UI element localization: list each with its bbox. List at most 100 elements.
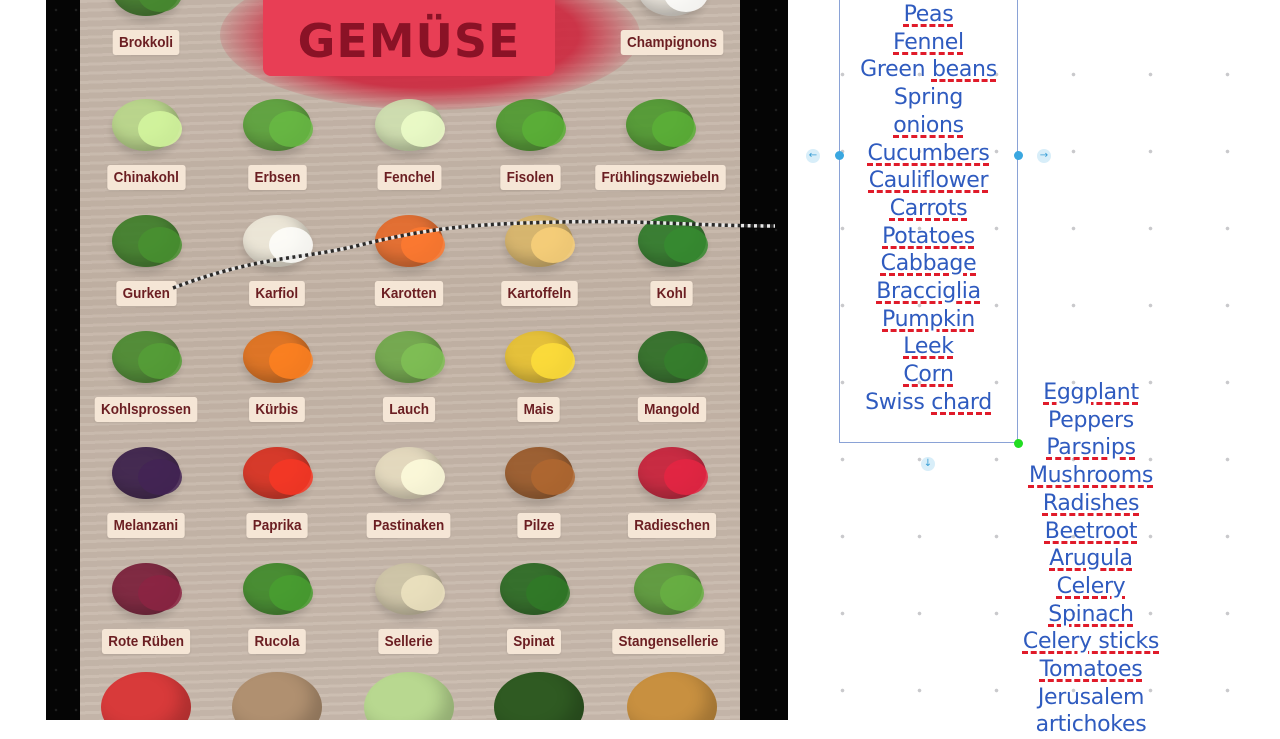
misspelled-word: Parsnips [1046,435,1136,461]
vegetable-tile: Kohl [612,205,732,306]
text-line[interactable]: Peas [840,1,1017,29]
vegetable-label: Lauch [382,397,436,422]
text-block-translations-2[interactable]: Eggplant Peppers Parsnips Mushrooms Radishes… [1010,379,1172,739]
text-line[interactable]: Eggplant [1010,379,1172,407]
vegetable-poster-image[interactable]: GEMÜSE Brokkoli Champignons Chinakohl Erbse… [80,0,740,720]
text-line[interactable]: Corn [840,361,1017,389]
word: artichokes [1035,712,1147,738]
text-line[interactable]: Spinach [1010,601,1172,629]
vegetable-illustration [624,0,720,24]
text-line[interactable]: Radishes [1010,490,1172,518]
text-line[interactable]: artichokes [1010,711,1172,739]
resize-handle-left[interactable] [835,151,844,160]
vegetable-label: Champignons [620,30,724,55]
vegetable-illustration [361,553,457,623]
vegetable-label: Kartoffeln [500,281,578,306]
misspelled-word: Celery [1056,573,1126,599]
vegetable-tile: Spinat [474,553,594,654]
vegetable-label: Stangensellerie [611,629,725,654]
zucchini-illustration [494,672,584,720]
arrow-left-icon[interactable]: ← [806,149,820,163]
vegetable-illustration [624,205,720,275]
misspelled-word: Beetroot [1044,518,1138,544]
poster-title: GEMÜSE [297,14,521,68]
vegetable-tile: Paprika [217,437,337,538]
vegetable-label: Chinakohl [107,165,185,190]
text-line[interactable]: Pumpkin [840,306,1017,334]
arrow-down-icon[interactable]: ↓ [921,457,935,471]
vegetable-tile: Gurken [86,205,206,306]
text-box-translations[interactable]: Peas Fennel Green beans Spring onions Cucumbe… [840,0,1017,417]
misspelled-word: Bracciglia [876,279,981,305]
vegetable-tile: Stangensellerie [608,553,728,654]
vegetable-label: Pastinaken [367,513,451,538]
vegetable-illustration [229,89,325,159]
misspelled-word: Arugula [1049,546,1133,572]
arrow-right-icon[interactable]: → [1037,149,1051,163]
text-line[interactable]: Jerusalem [1010,684,1172,712]
selected-text-box[interactable]: Peas Fennel Green beans Spring onions Cucumbe… [839,0,1018,443]
misspelled-word[interactable]: beans [932,57,997,82]
whiteboard-canvas[interactable]: GEMÜSE Brokkoli Champignons Chinakohl Erbse… [0,0,1280,737]
vegetable-tile: Radieschen [612,437,732,538]
text-line[interactable]: Green beans [840,56,1017,84]
vegetable-tile: Mais [479,321,599,422]
vegetable-label: Brokkoli [112,30,180,55]
text-line[interactable]: Beetroot [1010,518,1172,546]
tomatoes-illustration [101,672,191,720]
misspelled-word: Cabbage [880,251,977,277]
vegetable-tile: Karfiol [217,205,337,306]
text-line[interactable]: Spring [840,84,1017,112]
vegetable-tile: Pastinaken [349,437,469,538]
misspelled-word[interactable]: chard [931,390,992,415]
vegetable-illustration [612,89,708,159]
text-line[interactable]: Carrots [840,195,1017,223]
vegetable-illustration [361,89,457,159]
vegetable-illustration [491,205,587,275]
misspelled-word: Leek [903,334,954,360]
text-line-part: Green [860,57,932,83]
text-line[interactable]: Mushrooms [1010,462,1172,490]
misspelled-word: Pumpkin [882,306,975,332]
vegetable-tile: Fisolen [470,89,590,190]
text-line[interactable]: Potatoes [840,223,1017,251]
text-line[interactable]: Bracciglia [840,278,1017,306]
vegetable-label: Pilze [517,513,561,538]
vegetable-illustration [98,205,194,275]
vegetable-illustration [624,437,720,507]
vegetable-tile: Sellerie [349,553,469,654]
vegetable-tile: Rucola [217,553,337,654]
text-line[interactable]: Celery sticks [1010,628,1172,656]
vegetable-label: Kürbis [249,397,305,422]
vegetable-illustration [620,553,716,623]
text-line[interactable]: Swiss chard [840,389,1017,417]
text-line[interactable]: Cabbage [840,250,1017,278]
vegetable-tile: Kürbis [217,321,337,422]
vegetable-illustration [98,437,194,507]
text-line[interactable]: Arugula [1010,545,1172,573]
misspelled-word: Celery sticks [1022,629,1160,655]
vegetable-illustration [361,437,457,507]
text-line[interactable]: onions [840,112,1017,140]
vegetable-illustration [229,437,325,507]
vegetable-tile: Melanzani [86,437,206,538]
lettuce-illustration [364,672,454,720]
resize-handle-right[interactable] [1014,151,1023,160]
misspelled-word: Mushrooms [1028,463,1153,489]
vegetable-tile: Erbsen [217,89,337,190]
vegetable-tile: Kartoffeln [479,205,599,306]
vegetable-label: Kohl [650,281,694,306]
text-line[interactable]: Cucumbers [840,140,1017,168]
text-line[interactable]: Tomatoes [1010,656,1172,684]
vegetable-illustration [229,205,325,275]
text-line[interactable]: Celery [1010,573,1172,601]
text-line[interactable]: Peppers [1010,407,1172,435]
misspelled-word: onions [893,112,964,138]
text-line[interactable]: Fennel [840,29,1017,57]
text-line[interactable]: Cauliflower [840,167,1017,195]
text-line[interactable]: Parsnips [1010,434,1172,462]
vegetable-label: Gurken [116,281,176,306]
vegetable-label: Kohlsprossen [94,397,198,422]
text-line[interactable]: Leek [840,333,1017,361]
vegetable-tile: Mangold [612,321,732,422]
